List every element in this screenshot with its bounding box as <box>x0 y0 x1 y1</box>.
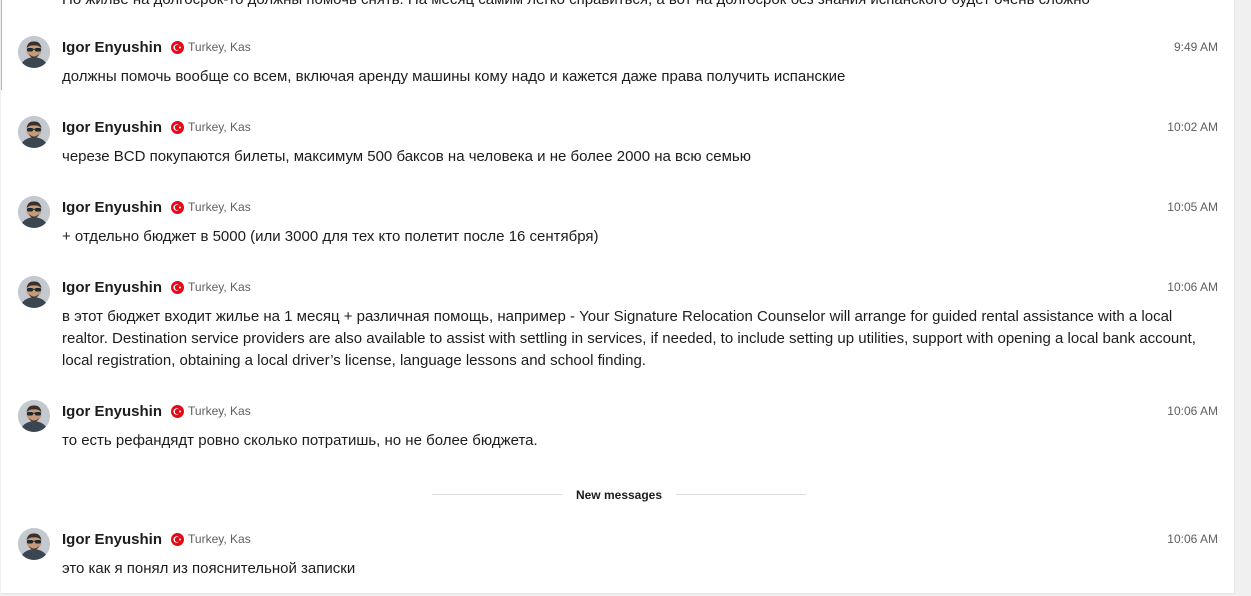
turkey-flag-icon <box>171 404 185 418</box>
author-name[interactable]: Igor Enyushin <box>62 119 162 136</box>
message-meta: Igor Enyushin Turkey, Kas <box>62 528 251 550</box>
avatar[interactable] <box>18 400 50 432</box>
message-meta: Igor Enyushin Turkey, Kas <box>62 276 251 298</box>
author-name[interactable]: Igor Enyushin <box>62 199 162 216</box>
message-timestamp[interactable]: 10:06 AM <box>1167 276 1218 298</box>
author-location: Turkey, Kas <box>188 200 251 214</box>
message-text: это как я понял из пояснительной записки <box>62 560 356 577</box>
avatar[interactable] <box>18 528 50 560</box>
author-name[interactable]: Igor Enyushin <box>62 279 162 296</box>
message-meta: Igor Enyushin Turkey, Kas <box>62 116 251 138</box>
message-text: то есть рефандядт ровно сколько потратиш… <box>62 432 538 449</box>
author-location: Turkey, Kas <box>188 120 251 134</box>
author-name[interactable]: Igor Enyushin <box>62 531 162 548</box>
feed-left-rule <box>1 0 2 90</box>
turkey-flag-icon <box>171 280 185 294</box>
message-meta: Igor Enyushin Turkey, Kas <box>62 36 251 58</box>
turkey-flag-icon <box>171 40 185 54</box>
message-text: в этот бюджет входит жилье на 1 месяц + … <box>62 308 1196 369</box>
avatar[interactable] <box>18 36 50 68</box>
message-timestamp[interactable]: 10:02 AM <box>1167 116 1218 138</box>
message-meta: Igor Enyushin Turkey, Kas <box>62 400 251 422</box>
message-timestamp[interactable]: 10:06 AM <box>1167 528 1218 550</box>
avatar[interactable] <box>18 196 50 228</box>
avatar[interactable] <box>18 116 50 148</box>
author-location: Turkey, Kas <box>188 532 251 546</box>
author-name[interactable]: Igor Enyushin <box>62 403 162 420</box>
turkey-flag-icon <box>171 532 185 546</box>
new-messages-label: New messages <box>561 488 677 502</box>
truncated-previous-message: Но жилье на долгосрок-то должны помочь с… <box>62 0 1090 11</box>
turkey-flag-icon <box>171 200 185 214</box>
message-text: + отдельно бюджет в 5000 (или 3000 для т… <box>62 228 599 245</box>
message-feed[interactable]: Но жилье на долгосрок-то должны помочь с… <box>1 0 1235 594</box>
message-meta: Igor Enyushin Turkey, Kas <box>62 196 251 218</box>
message-text: черезе BCD покупаются билеты, максимум 5… <box>62 148 751 165</box>
message-timestamp[interactable]: 10:05 AM <box>1167 196 1218 218</box>
new-messages-label-wrap: New messages <box>432 484 806 506</box>
author-name[interactable]: Igor Enyushin <box>62 39 162 56</box>
author-location: Turkey, Kas <box>188 404 251 418</box>
new-messages-divider: New messages <box>432 484 806 506</box>
message-timestamp[interactable]: 10:06 AM <box>1167 400 1218 422</box>
author-location: Turkey, Kas <box>188 40 251 54</box>
message-timestamp[interactable]: 9:49 AM <box>1174 36 1218 58</box>
message-text: должны помочь вообще со всем, включая ар… <box>62 68 846 85</box>
avatar[interactable] <box>18 276 50 308</box>
author-location: Turkey, Kas <box>188 280 251 294</box>
turkey-flag-icon <box>171 120 185 134</box>
